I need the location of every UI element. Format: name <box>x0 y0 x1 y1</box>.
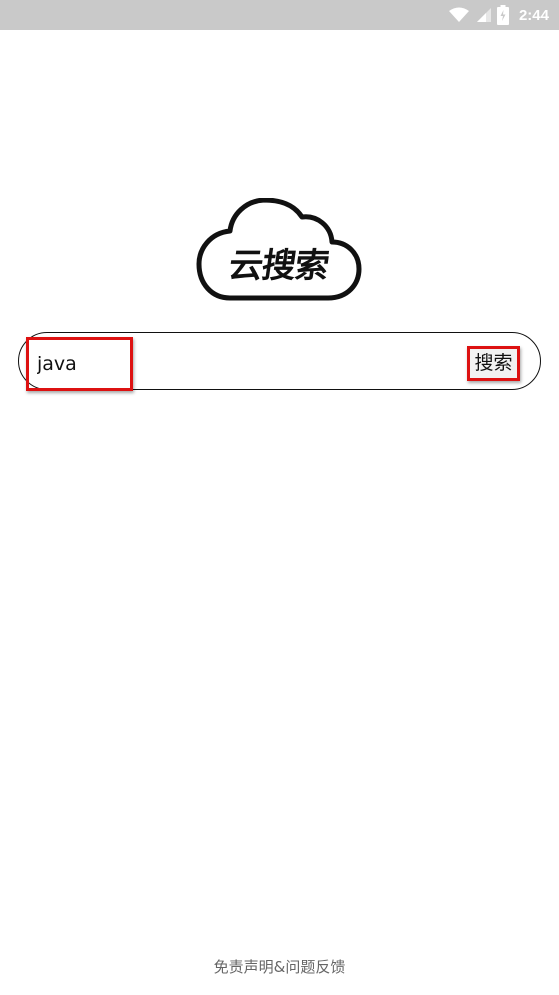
logo-text: 云搜索 <box>226 246 331 286</box>
app-screen: 2:44 云搜索 搜索 免责声明&问题反馈 <box>0 0 559 995</box>
signal-icon <box>475 7 491 23</box>
status-time: 2:44 <box>518 6 549 24</box>
status-icons: 2:44 <box>448 0 549 30</box>
cloud-logo: 云搜索 <box>196 198 362 304</box>
wifi-icon <box>448 7 469 23</box>
battery-icon <box>496 5 509 25</box>
search-input[interactable] <box>26 337 133 391</box>
disclaimer-feedback-link[interactable]: 免责声明&问题反馈 <box>0 956 559 977</box>
status-bar: 2:44 <box>0 0 559 30</box>
search-bar: 搜索 <box>18 332 541 391</box>
search-button[interactable]: 搜索 <box>467 346 520 381</box>
